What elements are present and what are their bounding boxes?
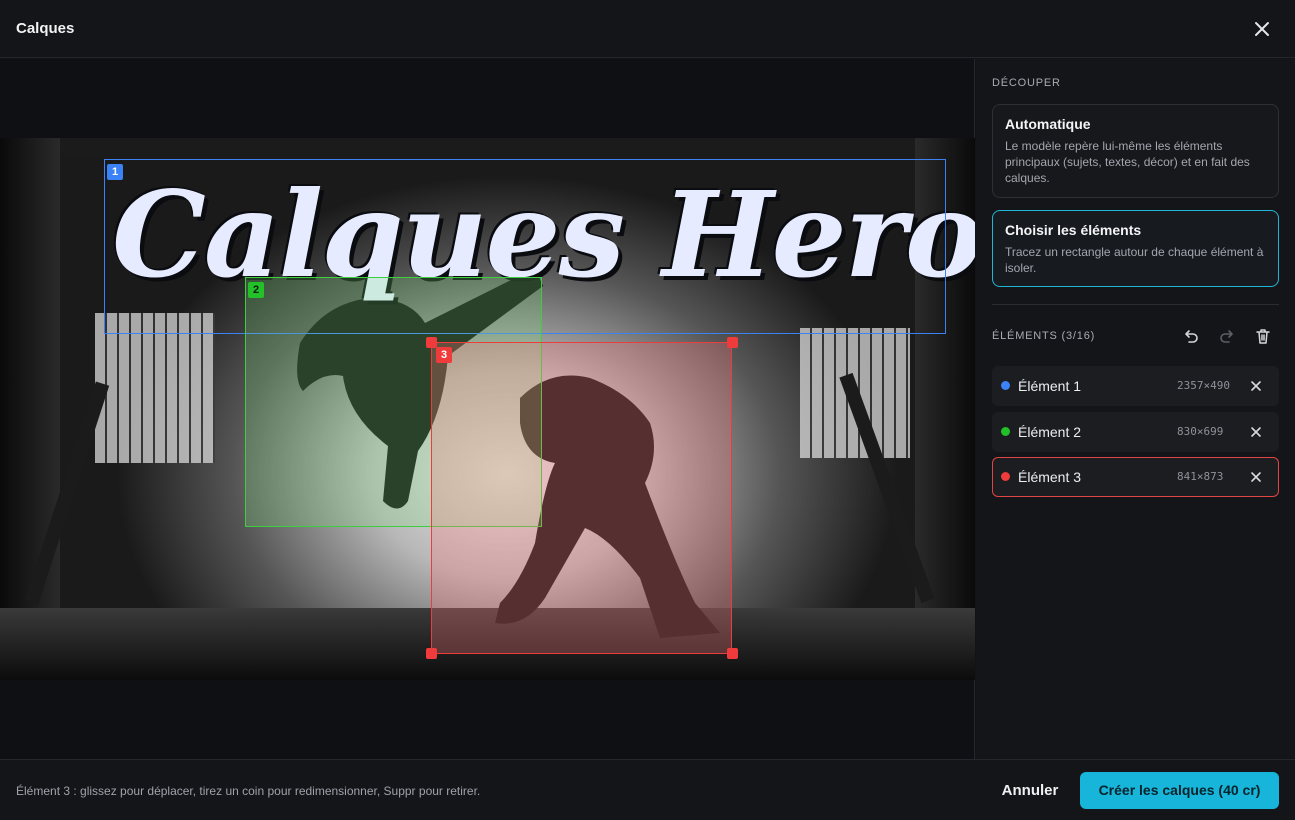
resize-handle-bottom-left[interactable] — [426, 648, 437, 659]
element-row-2[interactable]: Élément 2 830×699 — [992, 412, 1279, 452]
element-dimensions: 841×873 — [1177, 470, 1224, 483]
resize-handle-top-right[interactable] — [727, 337, 738, 348]
element-name: Élément 2 — [1018, 424, 1082, 440]
element-row-1[interactable]: Élément 1 2357×490 — [992, 366, 1279, 406]
element-row-3[interactable]: Élément 3 841×873 — [992, 457, 1279, 497]
divider — [992, 304, 1279, 305]
dialog-footer: Élément 3 : glissez pour déplacer, tirez… — [0, 759, 1295, 820]
resize-handle-top-left[interactable] — [426, 337, 437, 348]
close-icon[interactable] — [1250, 17, 1274, 41]
remove-element-icon[interactable] — [1248, 469, 1264, 485]
cut-section-label: DÉCOUPER — [992, 77, 1061, 89]
mode-automatic-title: Automatique — [1005, 116, 1091, 132]
mode-manual-card[interactable]: Choisir les éléments Tracez un rectangle… — [992, 210, 1279, 287]
mode-manual-title: Choisir les éléments — [1005, 222, 1142, 238]
box-tag-3: 3 — [436, 347, 452, 363]
mode-automatic-card[interactable]: Automatique Le modèle repère lui-même le… — [992, 104, 1279, 198]
status-hint: Élément 3 : glissez pour déplacer, tirez… — [16, 784, 481, 798]
element-color-dot — [1001, 427, 1010, 436]
canvas-area[interactable]: Calques Heroés 1 2 3 — [0, 59, 975, 759]
dialog-header: Calques — [0, 0, 1295, 58]
mode-manual-desc: Tracez un rectangle autour de chaque élé… — [1005, 245, 1264, 275]
redo-icon[interactable] — [1216, 326, 1238, 348]
bounding-box-3[interactable]: 3 — [431, 342, 732, 654]
element-dimensions: 830×699 — [1177, 425, 1224, 438]
remove-element-icon[interactable] — [1248, 378, 1264, 394]
trash-icon[interactable] — [1252, 326, 1274, 348]
sidebar: DÉCOUPER Automatique Le modèle repère lu… — [976, 59, 1295, 759]
box-tag-2: 2 — [248, 282, 264, 298]
elements-section-label: ÉLÉMENTS (3/16) — [992, 330, 1096, 342]
mode-automatic-desc: Le modèle repère lui-même les éléments p… — [1005, 139, 1250, 185]
element-dimensions: 2357×490 — [1177, 379, 1230, 392]
element-name: Élément 3 — [1018, 469, 1082, 485]
element-name: Élément 1 — [1018, 378, 1082, 394]
dialog-title: Calques — [16, 20, 75, 37]
remove-element-icon[interactable] — [1248, 424, 1264, 440]
box-tag-1: 1 — [107, 164, 123, 180]
create-layers-button[interactable]: Créer les calques (40 cr) — [1080, 772, 1279, 809]
element-color-dot — [1001, 381, 1010, 390]
resize-handle-bottom-right[interactable] — [727, 648, 738, 659]
undo-icon[interactable] — [1180, 326, 1202, 348]
cancel-button[interactable]: Annuler — [992, 772, 1068, 809]
element-color-dot — [1001, 472, 1010, 481]
